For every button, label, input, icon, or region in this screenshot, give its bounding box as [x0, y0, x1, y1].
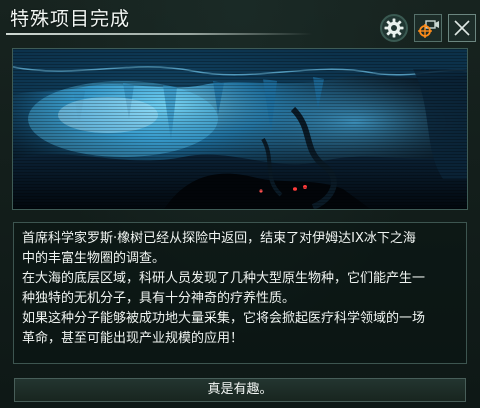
title-bar: 特殊项目完成: [0, 0, 480, 42]
settings-button[interactable]: [380, 14, 408, 42]
close-icon: [454, 20, 470, 36]
camera-locate-icon: [418, 20, 439, 38]
confirm-button[interactable]: 真是有趣。: [14, 378, 466, 402]
event-dialog: 特殊项目完成 首席科学家罗斯·橡树已经从探险中返回，结束了对伊姆达IX冰下之海 …: [0, 0, 480, 408]
title-divider: [6, 33, 312, 35]
message-paragraph-2: 在大海的底层区域，科研人员发现了几种大型原生物种，它们能产生一 种独特的无机分子，…: [22, 271, 426, 306]
message-body: 首席科学家罗斯·橡树已经从探险中返回，结束了对伊姆达IX冰下之海 中的丰富生物圈的…: [13, 222, 467, 364]
dialog-title: 特殊项目完成: [10, 8, 131, 30]
gear-icon: [384, 18, 404, 38]
close-button[interactable]: [448, 14, 476, 42]
message-paragraph-1: 首席科学家罗斯·橡树已经从探险中返回，结束了对伊姆达IX冰下之海 中的丰富生物圈的…: [22, 231, 416, 266]
ice-cave-scene: [13, 49, 467, 209]
message-paragraph-3: 如果这种分子能够被成功地大量采集，它将会掀起医疗科学领域的一场 革命，甚至可能出现…: [22, 311, 426, 346]
event-illustration: [12, 48, 468, 210]
locate-camera-button[interactable]: [414, 14, 442, 42]
